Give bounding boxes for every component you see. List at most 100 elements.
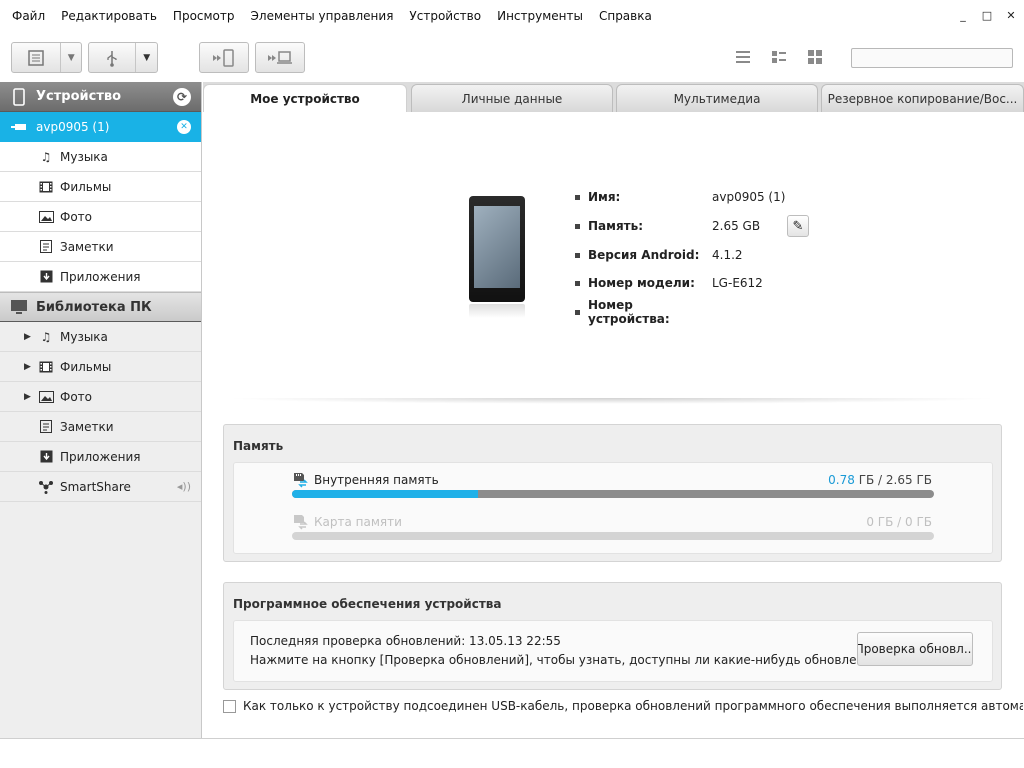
sidebar-item-apps[interactable]: Приложения bbox=[0, 262, 201, 292]
info-label: Номер модели: bbox=[588, 276, 695, 290]
info-label: Номер устройства: bbox=[588, 298, 670, 326]
sidebar-item-label: Фильмы bbox=[60, 359, 112, 374]
device-section-title: Устройство bbox=[36, 89, 122, 104]
memory-panel-title: Память bbox=[233, 439, 284, 453]
info-row-memory: Память: 2.65 GB bbox=[575, 218, 760, 234]
internal-memory-label: Внутренняя память bbox=[314, 473, 439, 487]
notes-icon bbox=[38, 240, 54, 253]
menu-help[interactable]: Справка bbox=[591, 0, 660, 32]
library-item-films[interactable]: ▶ Фильмы bbox=[0, 352, 201, 382]
software-panel-inner: Последняя проверка обновлений: 13.05.13 … bbox=[233, 620, 993, 682]
library-section-header[interactable]: Библиотека ПК bbox=[0, 292, 201, 322]
sidebar-item-label: Фото bbox=[60, 209, 93, 224]
library-item-apps[interactable]: Приложения bbox=[0, 442, 201, 472]
edit-name-button[interactable]: ✎ bbox=[787, 215, 809, 237]
info-label: Память: bbox=[588, 219, 643, 233]
sidebar-item-label: Приложения bbox=[60, 269, 141, 284]
sidebar-item-music[interactable]: ♫ Музыка bbox=[0, 142, 201, 172]
info-value: 2.65 GB bbox=[712, 219, 761, 233]
pc-transfer-button[interactable] bbox=[255, 42, 305, 73]
refresh-icon[interactable]: ⟳ bbox=[173, 87, 191, 106]
notes-icon bbox=[38, 420, 54, 433]
tab-personal-data[interactable]: Личные данные bbox=[411, 84, 613, 112]
library-item-music[interactable]: ▶ ♫ Музыка bbox=[0, 322, 201, 352]
auto-check-checkbox[interactable] bbox=[223, 699, 236, 713]
menu-bar: Файл Редактировать Просмотр Элементы упр… bbox=[0, 0, 1024, 32]
info-value: avp0905 (1) bbox=[712, 190, 786, 204]
device-name: avp0905 (1) bbox=[36, 120, 110, 134]
library-dropdown-arrow[interactable]: ▼ bbox=[61, 43, 81, 72]
apps-icon bbox=[38, 270, 54, 283]
library-item-smartshare[interactable]: SmartShare ◂)) bbox=[0, 472, 201, 502]
music-icon: ♫ bbox=[40, 329, 52, 344]
tab-my-device[interactable]: Мое устройство bbox=[203, 84, 407, 112]
info-row-android: Версия Android: 4.1.2 bbox=[575, 247, 743, 263]
check-updates-button[interactable]: Проверка обновл... bbox=[857, 632, 973, 666]
list-view-icon[interactable] bbox=[734, 48, 752, 66]
menu-device[interactable]: Устройство bbox=[401, 0, 489, 32]
close-button[interactable]: ✕ bbox=[1004, 8, 1018, 22]
disconnect-icon[interactable]: ✕ bbox=[177, 120, 191, 134]
tab-multimedia[interactable]: Мультимедиа bbox=[616, 84, 818, 112]
sidebar-item-label: Фильмы bbox=[60, 179, 112, 194]
device-section-header[interactable]: Устройство ⟳ bbox=[0, 82, 201, 112]
menu-edit[interactable]: Редактировать bbox=[53, 0, 165, 32]
sidebar-device-selected[interactable]: avp0905 (1) ✕ bbox=[0, 112, 201, 142]
phone-transfer-icon bbox=[213, 48, 234, 67]
usb-button[interactable] bbox=[89, 43, 137, 72]
device-info-section: Имя: avp0905 (1) ✎ Память: 2.65 GB Верси… bbox=[203, 112, 1024, 404]
detail-view-icon[interactable] bbox=[770, 48, 788, 66]
info-row-name: Имя: avp0905 (1) bbox=[575, 189, 785, 205]
memory-panel-inner: Внутренняя память 0.78 ГБ / 2.65 ГБ Карт… bbox=[233, 462, 993, 554]
sidebar-item-label: Музыка bbox=[60, 329, 108, 344]
library-section-title: Библиотека ПК bbox=[36, 299, 152, 315]
menu-controls[interactable]: Элементы управления bbox=[243, 0, 402, 32]
tab-backup[interactable]: Резервное копирование/Вос... bbox=[821, 84, 1024, 112]
window-controls: _ □ ✕ bbox=[956, 8, 1018, 22]
search-input[interactable] bbox=[851, 48, 1013, 68]
list-box-icon bbox=[28, 49, 44, 66]
chevron-down-icon: ▼ bbox=[143, 52, 151, 63]
laptop-transfer-icon bbox=[268, 50, 292, 64]
card-memory-label: Карта памяти bbox=[314, 515, 402, 529]
expand-arrow-icon[interactable]: ▶ bbox=[24, 392, 34, 402]
phone-image bbox=[469, 196, 525, 302]
maximize-button[interactable]: □ bbox=[980, 8, 994, 22]
chevron-down-icon: ▼ bbox=[67, 52, 75, 63]
monitor-icon bbox=[10, 299, 28, 315]
sidebar-item-notes[interactable]: Заметки bbox=[0, 232, 201, 262]
phone-transfer-button[interactable] bbox=[199, 42, 249, 73]
last-check-text: Последняя проверка обновлений: 13.05.13 … bbox=[250, 634, 561, 648]
tab-bar: Мое устройство Личные данные Мультимедиа… bbox=[203, 82, 1024, 112]
info-row-device-number: Номер устройства: bbox=[575, 298, 712, 326]
sidebar-item-label: Заметки bbox=[60, 419, 114, 434]
broadcast-icon: ◂)) bbox=[176, 480, 191, 493]
library-item-notes[interactable]: Заметки bbox=[0, 412, 201, 442]
menu-file[interactable]: Файл bbox=[4, 0, 53, 32]
sidebar-item-label: Фото bbox=[60, 389, 93, 404]
sidebar-item-label: Заметки bbox=[60, 239, 114, 254]
memory-panel: Память Внутренняя память 0.78 ГБ / 2.65 … bbox=[223, 424, 1002, 562]
grid-view-icon[interactable] bbox=[806, 48, 824, 66]
menu-tools[interactable]: Инструменты bbox=[489, 0, 591, 32]
minimize-button[interactable]: _ bbox=[956, 8, 970, 22]
auto-check-label: Как только к устройству подсоединен USB-… bbox=[243, 699, 1023, 713]
library-item-photo[interactable]: ▶ Фото bbox=[0, 382, 201, 412]
film-icon bbox=[38, 361, 54, 373]
library-button[interactable] bbox=[12, 43, 62, 72]
expand-arrow-icon[interactable]: ▶ bbox=[24, 362, 34, 372]
pc-transfer-seg bbox=[256, 43, 304, 72]
sd-card-icon bbox=[292, 514, 308, 534]
internal-memory-row: Внутренняя память 0.78 ГБ / 2.65 ГБ bbox=[292, 473, 934, 501]
internal-memory-total: ГБ / 2.65 ГБ bbox=[854, 473, 932, 487]
info-label: Версия Android: bbox=[588, 248, 700, 262]
software-panel: Программное обеспечения устройства После… bbox=[223, 582, 1002, 690]
usb-plug-icon bbox=[10, 122, 28, 132]
expand-arrow-icon[interactable]: ▶ bbox=[24, 332, 34, 342]
sidebar-item-films[interactable]: Фильмы bbox=[0, 172, 201, 202]
apps-icon bbox=[38, 450, 54, 463]
usb-dropdown-arrow[interactable]: ▼ bbox=[136, 43, 157, 72]
sidebar-item-photo[interactable]: Фото bbox=[0, 202, 201, 232]
menu-view[interactable]: Просмотр bbox=[165, 0, 243, 32]
software-panel-title: Программное обеспечения устройства bbox=[233, 597, 502, 611]
